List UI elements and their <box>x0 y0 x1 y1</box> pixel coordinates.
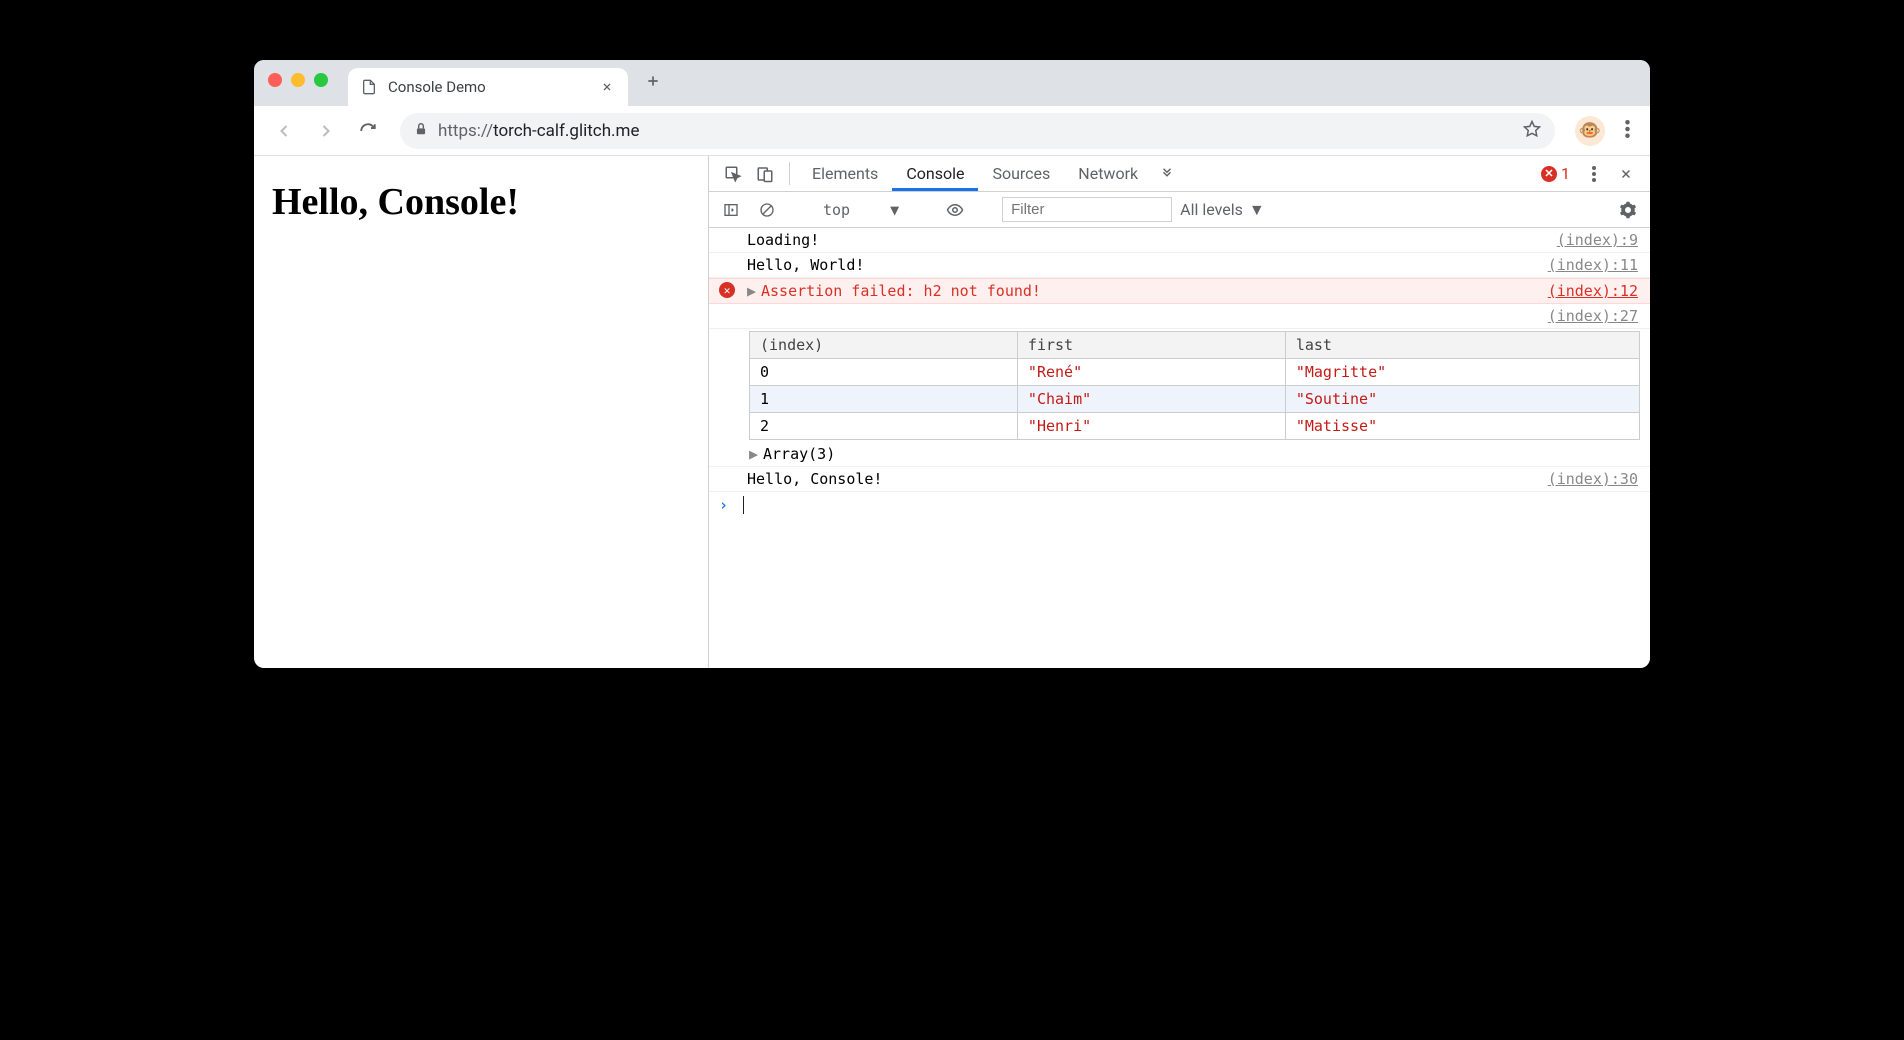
log-message: Loading! <box>743 231 1557 249</box>
expand-triangle-icon[interactable]: ▶ <box>747 282 761 300</box>
error-icon: ✕ <box>1541 166 1557 182</box>
devtools-panel: Elements Console Sources Network ✕ 1 <box>708 156 1650 668</box>
dropdown-triangle-icon: ▼ <box>1249 200 1265 220</box>
table-cell: "Henri" <box>1017 413 1285 440</box>
profile-avatar[interactable]: 🐵 <box>1575 116 1605 146</box>
table-cell: 0 <box>750 359 1018 386</box>
table-row: 0"René""Magritte" <box>750 359 1640 386</box>
log-row: ✕ ▶Assertion failed: h2 not found!(index)… <box>709 278 1650 304</box>
close-tab-button[interactable] <box>598 78 616 96</box>
file-icon <box>360 78 378 96</box>
tab-elements[interactable]: Elements <box>798 156 892 191</box>
source-link[interactable]: (index):12 <box>1548 282 1640 300</box>
divider <box>789 162 790 185</box>
tab-title: Console Demo <box>388 78 588 96</box>
clear-console-icon[interactable] <box>753 196 781 224</box>
log-row: Hello, Console! (index):30 <box>709 467 1650 492</box>
console-toolbar: top ▼ All levels ▼ <box>709 192 1650 228</box>
table-header[interactable]: last <box>1285 332 1639 359</box>
array-summary[interactable]: ▶ Array(3) <box>709 442 1650 467</box>
maximize-window-button[interactable] <box>314 73 328 87</box>
bookmark-star-icon[interactable] <box>1523 120 1541 142</box>
page-heading: Hello, Console! <box>272 180 690 224</box>
table-cell: "Matisse" <box>1285 413 1639 440</box>
log-message: Hello, Console! <box>743 470 1548 488</box>
inspect-element-icon[interactable] <box>717 156 749 191</box>
toolbar: https://torch-calf.glitch.me 🐵 <box>254 106 1650 156</box>
table-cell: "Soutine" <box>1285 386 1639 413</box>
filter-input[interactable] <box>1002 197 1172 222</box>
log-row: Loading!(index):9 <box>709 228 1650 253</box>
console-body: Loading!(index):9Hello, World!(index):11… <box>709 228 1650 668</box>
console-prompt[interactable]: › <box>709 492 1650 518</box>
log-message: ▶Assertion failed: h2 not found! <box>743 282 1548 300</box>
address-bar[interactable]: https://torch-calf.glitch.me <box>400 113 1555 149</box>
forward-button[interactable] <box>308 113 344 149</box>
context-selector[interactable]: top ▼ <box>814 198 908 222</box>
table-header[interactable]: first <box>1017 332 1285 359</box>
dropdown-triangle-icon: ▼ <box>890 201 899 219</box>
table-row: 1"Chaim""Soutine" <box>750 386 1640 413</box>
source-link[interactable]: (index):27 <box>1548 307 1640 325</box>
settings-gear-icon[interactable] <box>1614 196 1642 224</box>
prompt-caret-icon: › <box>719 496 743 514</box>
browser-menu-button[interactable] <box>1617 120 1638 142</box>
live-expression-icon[interactable] <box>941 196 969 224</box>
minimize-window-button[interactable] <box>291 73 305 87</box>
new-tab-button[interactable] <box>638 66 668 96</box>
browser-tab[interactable]: Console Demo <box>348 68 628 106</box>
log-row: Hello, World!(index):11 <box>709 253 1650 278</box>
close-window-button[interactable] <box>268 73 282 87</box>
tab-strip: Console Demo <box>254 60 1650 106</box>
table-cell: "René" <box>1017 359 1285 386</box>
table-row: 2"Henri""Matisse" <box>750 413 1640 440</box>
tab-console[interactable]: Console <box>892 156 978 191</box>
tab-network[interactable]: Network <box>1064 156 1152 191</box>
log-levels-selector[interactable]: All levels ▼ <box>1180 200 1265 220</box>
console-table: (index)firstlast 0"René""Magritte"1"Chai… <box>709 329 1650 442</box>
device-toggle-icon[interactable] <box>749 156 781 191</box>
table-header[interactable]: (index) <box>750 332 1018 359</box>
url-text: https://torch-calf.glitch.me <box>438 121 1513 141</box>
close-devtools-button[interactable] <box>1610 156 1642 191</box>
source-link[interactable]: (index):30 <box>1548 470 1640 488</box>
devtools-menu-button[interactable] <box>1578 156 1610 191</box>
back-button[interactable] <box>266 113 302 149</box>
source-link[interactable]: (index):9 <box>1557 231 1640 249</box>
reload-button[interactable] <box>350 113 386 149</box>
log-row: (index):27 <box>709 304 1650 329</box>
toggle-sidebar-icon[interactable] <box>717 196 745 224</box>
window-controls <box>268 73 328 87</box>
table-cell: 2 <box>750 413 1018 440</box>
more-tabs-button[interactable] <box>1152 156 1182 191</box>
devtools-tabs: Elements Console Sources Network ✕ 1 <box>709 156 1650 192</box>
content-area: Hello, Console! Elements Console Sources… <box>254 156 1650 668</box>
error-icon: ✕ <box>719 282 735 298</box>
tab-sources[interactable]: Sources <box>978 156 1064 191</box>
lock-icon <box>414 121 428 140</box>
table-cell: 1 <box>750 386 1018 413</box>
table-cell: "Chaim" <box>1017 386 1285 413</box>
expand-triangle-icon[interactable]: ▶ <box>749 445 763 463</box>
page-content: Hello, Console! <box>254 156 708 668</box>
error-count-badge[interactable]: ✕ 1 <box>1533 156 1578 191</box>
text-cursor <box>743 496 744 514</box>
source-link[interactable]: (index):11 <box>1548 256 1640 274</box>
log-message: Hello, World! <box>743 256 1548 274</box>
browser-window: Console Demo https://torch-calf.glitch.m… <box>254 60 1650 668</box>
table-cell: "Magritte" <box>1285 359 1639 386</box>
